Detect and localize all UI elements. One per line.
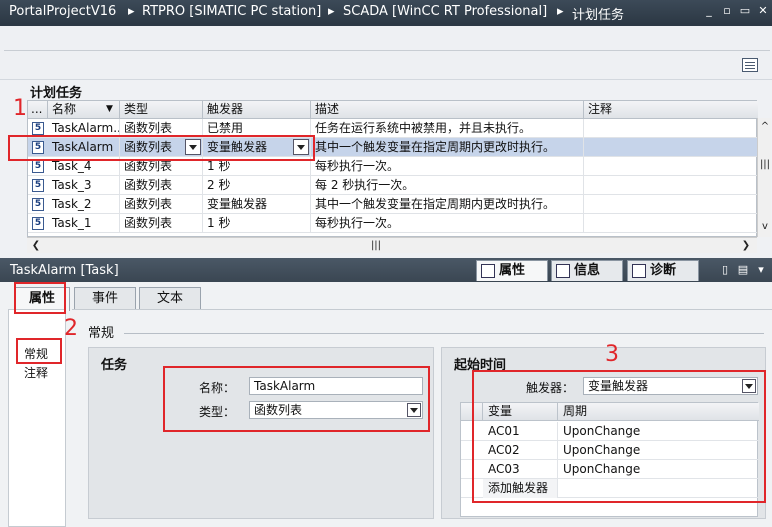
sort-desc-icon[interactable]: ▼: [106, 101, 113, 118]
diagnostics-icon: [632, 264, 646, 278]
toolbar-divider: [4, 50, 770, 51]
table-row[interactable]: 5 Task_3 函数列表 2 秒 每 2 秒执行一次。: [28, 176, 758, 195]
task-comment[interactable]: [584, 119, 758, 138]
task-comment[interactable]: [584, 138, 758, 157]
task-icon: 5: [32, 160, 44, 173]
column-header-comment[interactable]: 注释: [584, 101, 758, 119]
breadcrumb-separator-icon: ▸: [128, 4, 135, 19]
tab-info[interactable]: 信息: [551, 260, 623, 281]
tab-properties[interactable]: 属性: [476, 260, 548, 281]
float-window-icon[interactable]: ▯: [718, 263, 732, 277]
scroll-thumb-grip-icon[interactable]: |||: [758, 158, 772, 172]
task-comment[interactable]: [584, 214, 758, 233]
task-icon: 5: [32, 179, 44, 192]
table-row[interactable]: 5 Task_1 函数列表 1 秒 每秒执行一次。: [28, 214, 758, 233]
task-icon: 5: [32, 198, 44, 211]
column-header-name-label: 名称: [52, 102, 77, 116]
task-comment[interactable]: [584, 176, 758, 195]
tab-diagnostics-label: 诊断: [650, 263, 677, 278]
section-divider: [124, 333, 764, 334]
info-icon: [556, 264, 570, 278]
task-name[interactable]: Task_1: [48, 214, 120, 233]
general-section-title: 常规: [88, 326, 115, 341]
task-comment[interactable]: [584, 157, 758, 176]
annotation-box: [8, 135, 315, 161]
table-view-icon[interactable]: [742, 58, 758, 72]
scroll-up-icon[interactable]: ^: [758, 120, 772, 134]
annotation-box: [163, 366, 430, 432]
horizontal-scrollbar[interactable]: ❮ ||| ❯: [27, 237, 757, 253]
table-row[interactable]: 5 Task_2 函数列表 变量触发器 其中一个触发变量在指定周期内更改时执行。: [28, 195, 758, 214]
close-icon[interactable]: ✕: [756, 4, 770, 18]
scroll-thumb-grip-icon[interactable]: |||: [369, 239, 383, 253]
nav-item-comment[interactable]: 注释: [24, 364, 48, 381]
editor-toolbar: [0, 26, 772, 80]
breadcrumb-scada[interactable]: SCADA [WinCC RT Professional]: [343, 4, 547, 19]
layout-icon[interactable]: ▤: [736, 263, 750, 277]
restore-icon[interactable]: ▫: [720, 4, 734, 18]
task-trigger[interactable]: 变量触发器: [203, 195, 311, 214]
inspector-header: TaskAlarm [Task] 属性 信息 诊断 ▯ ▤ ▾: [0, 258, 772, 282]
scroll-down-icon[interactable]: v: [758, 220, 772, 234]
task-trigger[interactable]: 1 秒: [203, 214, 311, 233]
annotation-number: 2: [64, 316, 78, 341]
annotation-box: [16, 338, 62, 364]
task-name[interactable]: Task_2: [48, 195, 120, 214]
task-description: 任务在运行系统中被禁用，并且未执行。: [311, 119, 584, 138]
collapse-icon[interactable]: ▾: [754, 263, 768, 277]
task-icon: 5: [32, 217, 44, 230]
task-comment[interactable]: [584, 195, 758, 214]
task-description: 其中一个触发变量在指定周期内更改时执行。: [311, 195, 584, 214]
task-type[interactable]: 函数列表: [120, 195, 203, 214]
annotation-number: 3: [605, 342, 619, 367]
task-description: 每秒执行一次。: [311, 214, 584, 233]
tab-properties-label: 属性: [499, 263, 526, 278]
task-trigger[interactable]: 2 秒: [203, 176, 311, 195]
task-table: ... 名称 ▼ 类型 触发器 描述 注释 5 TaskAlarm... 函数列…: [27, 100, 758, 237]
subtab-events[interactable]: 事件: [74, 287, 136, 309]
task-description: 每 2 秒执行一次。: [311, 176, 584, 195]
column-header-name[interactable]: 名称 ▼: [48, 101, 120, 119]
breadcrumb-project[interactable]: PortalProjectV16: [9, 4, 116, 19]
scroll-right-icon[interactable]: ❯: [739, 239, 753, 253]
task-type[interactable]: 函数列表: [120, 214, 203, 233]
breadcrumb-station[interactable]: RTPRO [SIMATIC PC station]: [142, 4, 321, 19]
column-header-select[interactable]: ...: [28, 101, 48, 119]
task-description: 其中一个触发变量在指定周期内更改时执行。: [311, 138, 584, 157]
column-header-type[interactable]: 类型: [120, 101, 203, 119]
tab-diagnostics[interactable]: 诊断: [627, 260, 699, 281]
column-header-description[interactable]: 描述: [311, 101, 584, 119]
task-name[interactable]: Task_3: [48, 176, 120, 195]
annotation-box: [472, 370, 766, 503]
title-bar: PortalProjectV16 ▸ RTPRO [SIMATIC PC sta…: [0, 0, 772, 24]
vertical-scrollbar[interactable]: ^ ||| v: [757, 118, 771, 237]
breadcrumb-separator-icon: ▸: [328, 4, 335, 19]
maximize-icon[interactable]: ▭: [738, 4, 752, 18]
task-description: 每秒执行一次。: [311, 157, 584, 176]
breadcrumb-current: 计划任务: [572, 8, 625, 23]
minimize-icon[interactable]: _: [702, 4, 716, 18]
properties-icon: [481, 264, 495, 278]
annotation-box: [14, 282, 66, 314]
scroll-left-icon[interactable]: ❮: [29, 239, 43, 253]
page-title: 计划任务: [30, 86, 83, 101]
task-icon: 5: [32, 122, 44, 135]
subtab-texts[interactable]: 文本: [139, 287, 201, 309]
breadcrumb-separator-icon: ▸: [557, 4, 564, 19]
column-header-trigger[interactable]: 触发器: [203, 101, 311, 119]
task-group-title: 任务: [101, 358, 128, 373]
task-type[interactable]: 函数列表: [120, 176, 203, 195]
inspector-title: TaskAlarm [Task]: [10, 263, 119, 278]
tab-info-label: 信息: [574, 263, 601, 278]
annotation-number: 1: [13, 96, 27, 121]
